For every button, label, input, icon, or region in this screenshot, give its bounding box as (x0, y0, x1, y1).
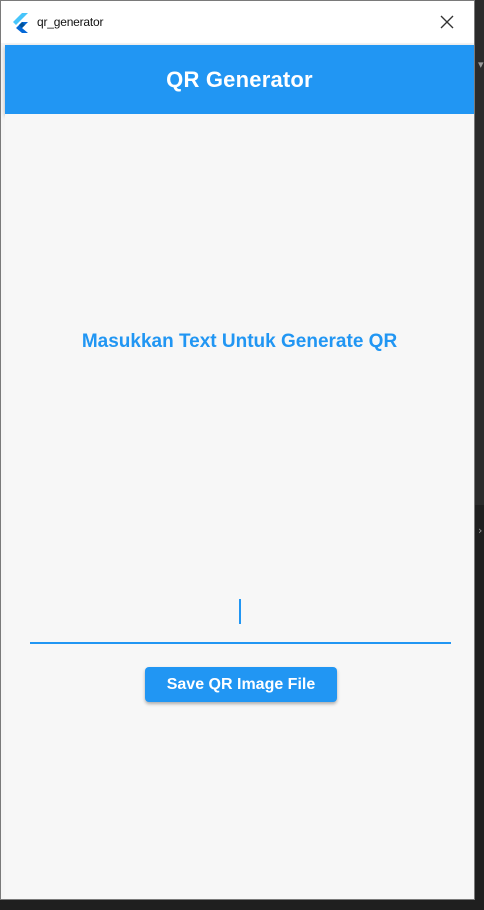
page-title: QR Generator (166, 66, 313, 92)
window-title: qr_generator (37, 15, 104, 29)
background-window-fragment: ▾ (478, 58, 484, 71)
qr-text-input[interactable] (30, 592, 451, 644)
app-window: qr_generator QR Generator Masukkan Text … (0, 0, 475, 900)
close-icon (440, 15, 454, 34)
save-qr-image-button-label: Save QR Image File (166, 675, 316, 693)
qr-prompt-text: Masukkan Text Untuk Generate QR (81, 331, 398, 352)
window-titlebar: qr_generator (1, 1, 474, 43)
flutter-app-icon (10, 12, 32, 34)
close-button[interactable] (433, 11, 461, 37)
text-caret (239, 599, 241, 624)
save-qr-image-button[interactable]: Save QR Image File (145, 667, 337, 702)
main-content: Masukkan Text Untuk Generate QR Save QR … (5, 114, 474, 899)
background-window-fragment: › (478, 524, 483, 537)
app-bar: QR Generator (5, 45, 474, 114)
